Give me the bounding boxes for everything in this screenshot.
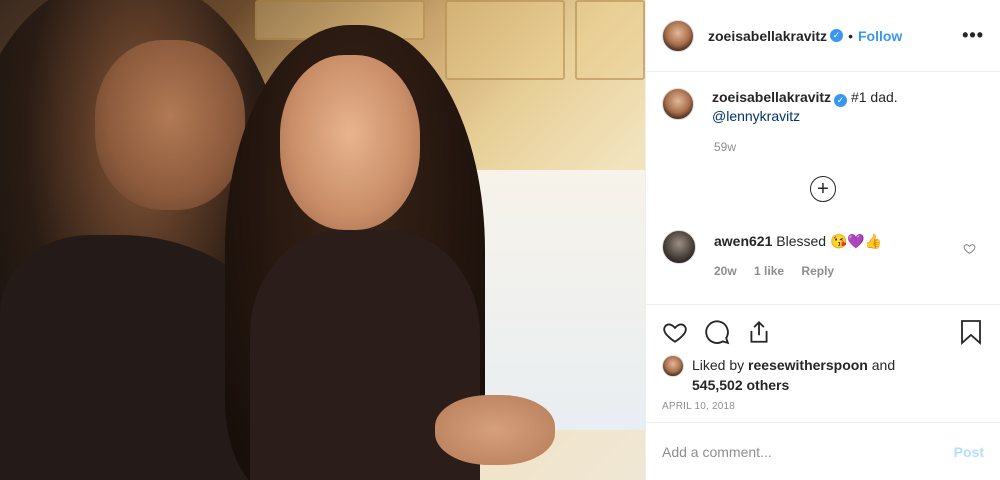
- comment-body: awen621 Blessed 😘💜👍 20w 1 like Reply: [714, 233, 882, 278]
- reply-button[interactable]: Reply: [801, 264, 834, 278]
- verified-icon: ✓: [834, 94, 848, 107]
- action-icons: [662, 317, 984, 347]
- face-left: [95, 40, 245, 210]
- separator-dot: •: [848, 27, 853, 44]
- liker-avatar[interactable]: [662, 355, 684, 377]
- heart-icon[interactable]: [662, 319, 688, 345]
- comment-meta: 20w 1 like Reply: [714, 264, 882, 278]
- post-photo[interactable]: [0, 0, 645, 480]
- likes-prefix: Liked by: [692, 357, 745, 373]
- caption-text-block: zoeisabellakravitz ✓ #1 dad. @lennykravit…: [712, 88, 898, 126]
- share-icon[interactable]: [746, 319, 772, 345]
- comment-time[interactable]: 20w: [714, 264, 737, 278]
- follow-button[interactable]: Follow: [858, 28, 902, 44]
- bookmark-icon[interactable]: [958, 319, 984, 345]
- post-header: zoeisabellakravitz ✓ • Follow •••: [646, 0, 1000, 72]
- comment-input[interactable]: [662, 443, 954, 460]
- post-date[interactable]: APRIL 10, 2018: [662, 401, 984, 412]
- caption-time[interactable]: 59w: [714, 140, 984, 154]
- comment-avatar[interactable]: [662, 230, 696, 264]
- comments-area[interactable]: zoeisabellakravitz ✓ #1 dad. @lennykravit…: [646, 72, 1000, 304]
- caption-avatar[interactable]: [662, 88, 694, 120]
- likes-count[interactable]: 545,502 others: [692, 377, 789, 393]
- likes-text: Liked by reesewitherspoon and 545,502 ot…: [692, 355, 895, 395]
- caption-username[interactable]: zoeisabellakravitz: [712, 89, 831, 105]
- add-comment-bar: Post: [646, 422, 1000, 480]
- comment-username[interactable]: awen621: [714, 233, 772, 249]
- plus-circle-icon[interactable]: +: [810, 176, 836, 202]
- likes-row: Liked by reesewitherspoon and 545,502 ot…: [662, 355, 984, 395]
- username-link[interactable]: zoeisabellakravitz: [708, 28, 827, 44]
- actions-bar: Liked by reesewitherspoon and 545,502 ot…: [646, 304, 1000, 412]
- cabinet: [445, 0, 565, 80]
- hand: [435, 395, 555, 465]
- heart-icon[interactable]: [963, 242, 976, 258]
- cabinet: [575, 0, 645, 80]
- header-user: zoeisabellakravitz ✓ • Follow: [708, 28, 902, 44]
- instagram-post: zoeisabellakravitz ✓ • Follow ••• zoeisa…: [0, 0, 1000, 480]
- load-more: +: [662, 176, 984, 202]
- comment-item: awen621 Blessed 😘💜👍 20w 1 like Reply: [662, 230, 984, 278]
- caption: zoeisabellakravitz ✓ #1 dad. @lennykravit…: [662, 88, 984, 126]
- post-sidebar: zoeisabellakravitz ✓ • Follow ••• zoeisa…: [645, 0, 1000, 480]
- caption-text: #1 dad.: [850, 89, 898, 105]
- verified-icon: ✓: [830, 29, 844, 42]
- comment-icon[interactable]: [704, 319, 730, 345]
- avatar[interactable]: [662, 19, 694, 52]
- comment-emoji: 😘💜👍: [829, 233, 883, 249]
- post-button[interactable]: Post: [954, 444, 984, 460]
- comment-likes[interactable]: 1 like: [754, 264, 784, 278]
- more-options-icon[interactable]: •••: [962, 25, 984, 46]
- face-right: [280, 55, 420, 230]
- mention-link[interactable]: @lennykravitz: [712, 108, 800, 124]
- likes-middle: and: [871, 357, 896, 373]
- liker-username[interactable]: reesewitherspoon: [748, 357, 868, 373]
- comment-text: Blessed: [776, 233, 827, 249]
